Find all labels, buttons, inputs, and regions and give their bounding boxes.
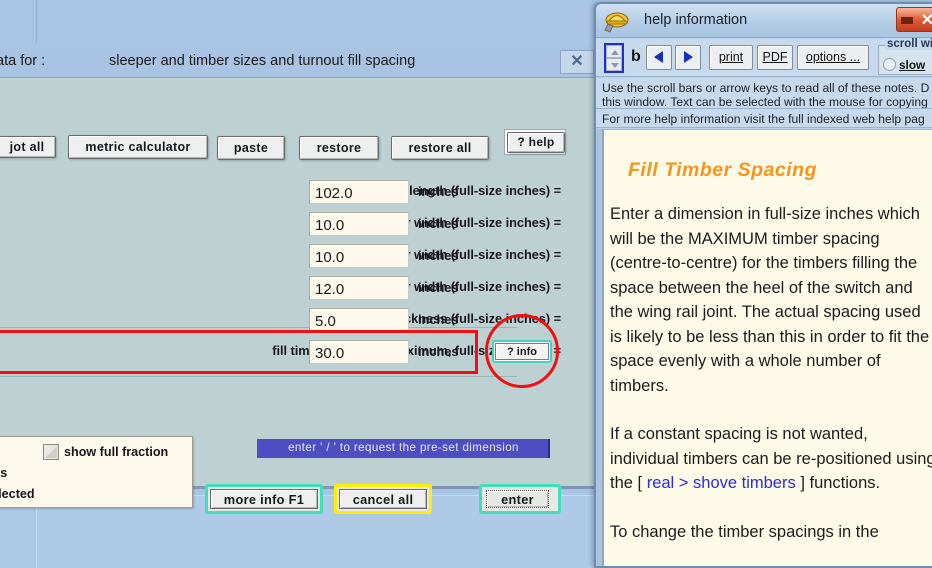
shove-timbers-link[interactable]: real > shove timbers [647, 474, 796, 492]
show-full-fraction-label: show full fraction [64, 445, 169, 459]
plain-sleeper-width-input[interactable] [309, 212, 409, 236]
restore-all-button[interactable]: restore all [391, 136, 489, 160]
joint-sleeper-width-input[interactable] [309, 244, 409, 268]
field-row-turnout-timber-width: turnout-timber width (full-size inches) … [0, 276, 561, 302]
metric-calculator-button[interactable]: metric calculator [68, 135, 208, 159]
field-row-plain-sleeper-width: plain-sleeper width (full-size inches) =… [0, 212, 561, 238]
background-divider [36, 0, 37, 42]
scroll-slow-label: slow [899, 58, 926, 72]
options-line-conversions: put conversions [0, 466, 8, 480]
cancel-all-highlight: cancel all [334, 484, 432, 514]
field-row-fill-timber-spacing: fill timber spacing (maximum, full-size … [0, 340, 561, 366]
back-arrow-icon[interactable] [646, 45, 672, 70]
help-window-title: help information [644, 12, 748, 28]
enter-highlight: enter [479, 484, 561, 514]
options-label: options ... [805, 50, 861, 64]
print-button[interactable]: print [709, 45, 753, 70]
help-content-heading: Fill Timber Spacing [628, 159, 818, 181]
help-button-highlight: ? help [504, 129, 566, 155]
scroll-group-label: scroll with [885, 38, 932, 50]
field-unit: inches [418, 312, 459, 327]
info-button-highlight: ? info [492, 340, 552, 363]
help-paragraph-1: Enter a dimension in full-size inches wh… [610, 205, 930, 395]
print-label: print [718, 50, 744, 64]
restore-button[interactable]: restore [299, 136, 379, 160]
help-paragraph-2-after: ] functions. [795, 474, 881, 492]
turnout-timber-width-input[interactable] [309, 276, 409, 300]
notes-divider [596, 108, 932, 109]
pdf-label: PDF [762, 50, 788, 64]
help-note-line-1: Use the scroll bars or arrow keys to rea… [602, 81, 930, 95]
more-info-highlight: more info F1 [205, 484, 323, 514]
enter-button[interactable]: enter [486, 490, 549, 508]
plain-sleeper-length-input[interactable] [309, 180, 409, 204]
field-unit: inches [418, 248, 459, 263]
help-note-line-3: For more help information visit the full… [602, 112, 925, 126]
options-button[interactable]: options ... [797, 45, 869, 70]
show-full-fraction-checkbox[interactable] [43, 444, 59, 460]
more-info-button[interactable]: more info F1 [210, 489, 318, 509]
field-row-joint-sleeper-width: joint-sleeper width (full-size inches) =… [0, 244, 561, 270]
dialog-title-text: sleeper and timber sizes and turnout fil… [109, 53, 416, 69]
fill-timber-spacing-input[interactable] [309, 340, 409, 364]
help-window-titlebar: help information [596, 4, 932, 38]
help-note-line-2: this window. Text can be selected with t… [602, 95, 928, 109]
bold-toggle[interactable]: b [631, 48, 641, 66]
font-size-spinner[interactable] [604, 43, 624, 73]
data-entry-dialog: ter data for : sleeper and timber sizes … [0, 46, 601, 514]
field-unit: inches [418, 184, 459, 199]
spinner-down-icon[interactable] [606, 58, 622, 71]
field-unit: inches [418, 344, 459, 359]
dialog-title-prefix: ter data for : [0, 53, 46, 69]
help-toolbar: b print PDF options ... scroll with slow [596, 38, 932, 77]
dialog-toolbar [0, 79, 601, 119]
spinner-up-icon[interactable] [606, 45, 622, 58]
hardhat-icon [604, 12, 629, 33]
help-close-icon[interactable] [896, 7, 932, 32]
options-panel: t always show full fraction put conversi… [0, 436, 193, 508]
help-paragraph-2: If a constant spacing is not wanted, ind… [610, 422, 932, 496]
paste-button[interactable]: paste [217, 136, 285, 160]
hint-text: enter ' / ' to request the pre-set dimen… [288, 441, 519, 454]
help-information-window: help information b print PDF options ... [594, 2, 932, 568]
scroll-speed-group: scroll with slow [878, 38, 932, 75]
help-content-left-rail-edge [602, 129, 604, 566]
help-paragraph-3: To change the timber spacings in the [610, 522, 879, 541]
help-content-body: Enter a dimension in full-size inches wh… [610, 202, 932, 566]
field-row-plain-sleeper-length: plain-sleeper length (full-size inches) … [0, 180, 561, 206]
jot-all-button[interactable]: jot all [0, 136, 56, 158]
timber-thickness-input[interactable] [309, 308, 409, 332]
hint-bar: enter ' / ' to request the pre-set dimen… [257, 439, 550, 458]
field-unit: inches [418, 216, 459, 231]
info-button[interactable]: ? info [495, 343, 549, 360]
options-line-pre-selected: ow data pre-selected [0, 487, 35, 501]
cancel-all-button[interactable]: cancel all [339, 489, 427, 509]
close-icon-inner [901, 17, 913, 24]
pdf-button[interactable]: PDF [757, 45, 793, 70]
dialog-titlebar: ter data for : sleeper and timber sizes … [0, 46, 601, 78]
help-button[interactable]: ? help [507, 132, 565, 153]
close-icon[interactable]: ✕ [560, 50, 594, 74]
forward-arrow-icon[interactable] [675, 45, 701, 70]
field-unit: inches [418, 280, 459, 295]
scroll-slow-radio[interactable] [883, 58, 896, 71]
help-notes-strip: Use the scroll bars or arrow keys to rea… [596, 78, 932, 128]
field-row-timber-thickness: timber thickness (full-size inches) = in… [0, 308, 561, 334]
help-content-pane[interactable]: Fill Timber Spacing Enter a dimension in… [596, 129, 932, 566]
